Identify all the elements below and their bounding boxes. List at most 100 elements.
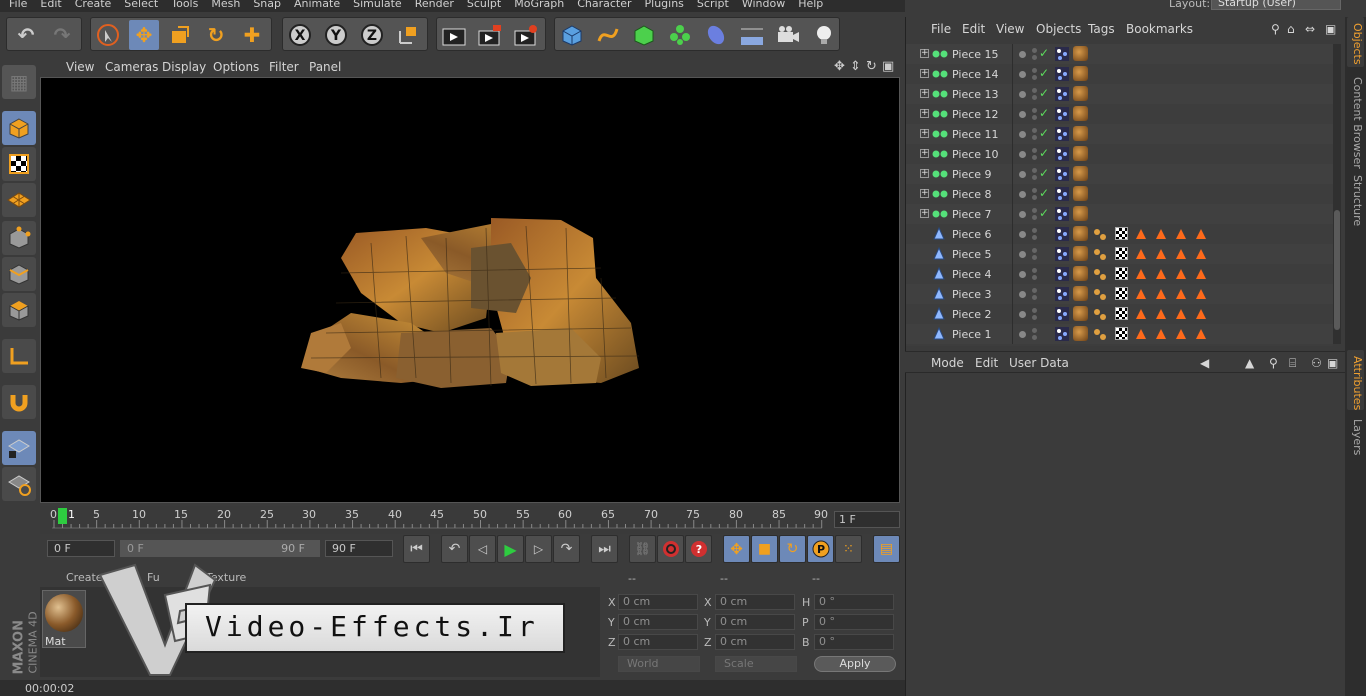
rot-p-field[interactable]: 0 ° bbox=[814, 614, 894, 630]
render-visibility-dot-lower[interactable] bbox=[1032, 135, 1037, 140]
edges-mode-button[interactable] bbox=[2, 257, 36, 291]
mograph-tag-icon[interactable] bbox=[1054, 286, 1070, 302]
add-cube-button[interactable] bbox=[557, 20, 587, 50]
attribute-menu-user-data[interactable]: User Data bbox=[1009, 356, 1069, 370]
apply-button[interactable]: Apply bbox=[814, 656, 896, 672]
object-name[interactable]: Piece 15 bbox=[952, 48, 999, 61]
enabled-check-icon[interactable]: ✓ bbox=[1039, 126, 1049, 140]
mograph-tag-icon[interactable] bbox=[1054, 306, 1070, 322]
mograph-tag-icon[interactable] bbox=[1054, 126, 1070, 142]
editor-visibility-dot[interactable] bbox=[1019, 71, 1026, 78]
playhead-marker[interactable] bbox=[58, 508, 67, 524]
timeline-ruler[interactable]: 0 1 5 10 15 20 25 30 35 40 45 50 55 60 6… bbox=[40, 506, 900, 534]
object-scrollbar-thumb[interactable] bbox=[1334, 210, 1340, 330]
object-row[interactable]: + Piece 13 ✓ bbox=[906, 84, 1333, 104]
object-name[interactable]: Piece 12 bbox=[952, 108, 999, 121]
editor-visibility-dot[interactable] bbox=[1019, 251, 1026, 258]
selection-tag-icon[interactable] bbox=[1136, 269, 1146, 279]
tab-structure[interactable]: Structure bbox=[1347, 169, 1364, 229]
current-frame-field[interactable]: 1 F bbox=[834, 511, 900, 528]
uvw-tag-icon[interactable] bbox=[1115, 287, 1128, 300]
selection-tag-icon[interactable] bbox=[1176, 269, 1186, 279]
dynamics-tag-icon[interactable] bbox=[1092, 246, 1108, 262]
transform-tool-button[interactable]: ✚ bbox=[237, 20, 267, 50]
enabled-check-icon[interactable]: ✓ bbox=[1039, 106, 1049, 120]
menu-character[interactable]: Character bbox=[577, 0, 631, 9]
record-active-button[interactable]: ⛓ bbox=[629, 535, 656, 563]
polygons-mode-button[interactable] bbox=[2, 293, 36, 327]
attribute-menu-mode[interactable]: Mode bbox=[931, 356, 964, 370]
enabled-check-icon[interactable]: ✓ bbox=[1039, 186, 1049, 200]
render-visibility-dot[interactable] bbox=[1032, 188, 1037, 193]
mograph-tag-icon[interactable] bbox=[1054, 86, 1070, 102]
object-name[interactable]: Piece 5 bbox=[952, 248, 992, 261]
render-picture-viewer-button[interactable] bbox=[475, 20, 505, 50]
go-to-end-button[interactable]: ⏭ bbox=[591, 535, 618, 563]
editor-visibility-dot[interactable] bbox=[1019, 311, 1026, 318]
object-home-icon[interactable]: ⌂ bbox=[1287, 22, 1295, 36]
viewport-move-icon[interactable]: ✥ bbox=[834, 59, 845, 74]
editor-visibility-dot[interactable] bbox=[1019, 111, 1026, 118]
texture-tag-icon[interactable] bbox=[1073, 266, 1088, 281]
render-visibility-dot[interactable] bbox=[1032, 268, 1037, 273]
render-visibility-dot[interactable] bbox=[1032, 308, 1037, 313]
add-spline-button[interactable] bbox=[593, 20, 623, 50]
editor-visibility-dot[interactable] bbox=[1019, 131, 1026, 138]
pos-y-field[interactable]: 0 cm bbox=[618, 614, 698, 630]
dynamics-tag-icon[interactable] bbox=[1092, 286, 1108, 302]
layout-select[interactable]: Startup (User) bbox=[1211, 0, 1341, 10]
enabled-check-icon[interactable]: ✓ bbox=[1039, 206, 1049, 220]
mograph-tag-icon[interactable] bbox=[1054, 206, 1070, 222]
selection-tag-icon[interactable] bbox=[1136, 329, 1146, 339]
object-row[interactable]: Piece 3 bbox=[906, 284, 1333, 304]
render-visibility-dot-lower[interactable] bbox=[1032, 215, 1037, 220]
render-visibility-dot-lower[interactable] bbox=[1032, 295, 1037, 300]
texture-tag-icon[interactable] bbox=[1073, 326, 1088, 341]
editor-visibility-dot[interactable] bbox=[1019, 291, 1026, 298]
texture-tag-icon[interactable] bbox=[1073, 66, 1088, 81]
viewport-menu-filter[interactable]: Filter bbox=[269, 60, 299, 74]
selection-tag-icon[interactable] bbox=[1156, 309, 1166, 319]
menu-tools[interactable]: Tools bbox=[171, 0, 198, 9]
editor-visibility-dot[interactable] bbox=[1019, 191, 1026, 198]
menu-plugins[interactable]: Plugins bbox=[645, 0, 684, 9]
render-visibility-dot-lower[interactable] bbox=[1032, 55, 1037, 60]
viewport-rotate-icon[interactable]: ↻ bbox=[866, 59, 877, 74]
menu-edit[interactable]: Edit bbox=[40, 0, 61, 9]
menu-help[interactable]: Help bbox=[798, 0, 823, 9]
z-axis-lock-button[interactable]: Z bbox=[357, 20, 387, 50]
size-mode-select[interactable]: Scale bbox=[715, 656, 797, 672]
dynamics-tag-icon[interactable] bbox=[1092, 266, 1108, 282]
mograph-tag-icon[interactable] bbox=[1054, 186, 1070, 202]
enabled-check-icon[interactable]: ✓ bbox=[1039, 166, 1049, 180]
mograph-tag-icon[interactable] bbox=[1054, 246, 1070, 262]
render-view-button[interactable] bbox=[439, 20, 469, 50]
texture-tag-icon[interactable] bbox=[1073, 146, 1088, 161]
autokey-button[interactable] bbox=[657, 535, 684, 563]
uvw-tag-icon[interactable] bbox=[1115, 267, 1128, 280]
menu-select[interactable]: Select bbox=[124, 0, 158, 9]
dynamics-tag-icon[interactable] bbox=[1092, 226, 1108, 242]
enabled-check-icon[interactable]: ✓ bbox=[1039, 66, 1049, 80]
mograph-tag-icon[interactable] bbox=[1054, 106, 1070, 122]
size-y-field[interactable]: 0 cm bbox=[715, 614, 795, 630]
render-visibility-dot[interactable] bbox=[1032, 48, 1037, 53]
next-key-button[interactable]: ↷ bbox=[553, 535, 580, 563]
x-axis-lock-button[interactable]: X bbox=[285, 20, 315, 50]
expand-toggle[interactable]: + bbox=[920, 189, 929, 198]
texture-tag-icon[interactable] bbox=[1073, 106, 1088, 121]
editor-visibility-dot[interactable] bbox=[1019, 51, 1026, 58]
object-row[interactable]: + Piece 7 ✓ bbox=[906, 204, 1333, 224]
render-visibility-dot[interactable] bbox=[1032, 68, 1037, 73]
attribute-menu-edit[interactable]: Edit bbox=[975, 356, 998, 370]
object-menu-objects[interactable]: Objects bbox=[1036, 22, 1081, 36]
viewport-zoom-icon[interactable]: ⇕ bbox=[850, 59, 861, 74]
render-visibility-dot-lower[interactable] bbox=[1032, 255, 1037, 260]
selection-tag-icon[interactable] bbox=[1156, 269, 1166, 279]
render-visibility-dot[interactable] bbox=[1032, 168, 1037, 173]
live-selection-button[interactable] bbox=[93, 20, 123, 50]
selection-tag-icon[interactable] bbox=[1176, 309, 1186, 319]
render-visibility-dot[interactable] bbox=[1032, 108, 1037, 113]
texture-tag-icon[interactable] bbox=[1073, 286, 1088, 301]
texture-tag-icon[interactable] bbox=[1073, 246, 1088, 261]
